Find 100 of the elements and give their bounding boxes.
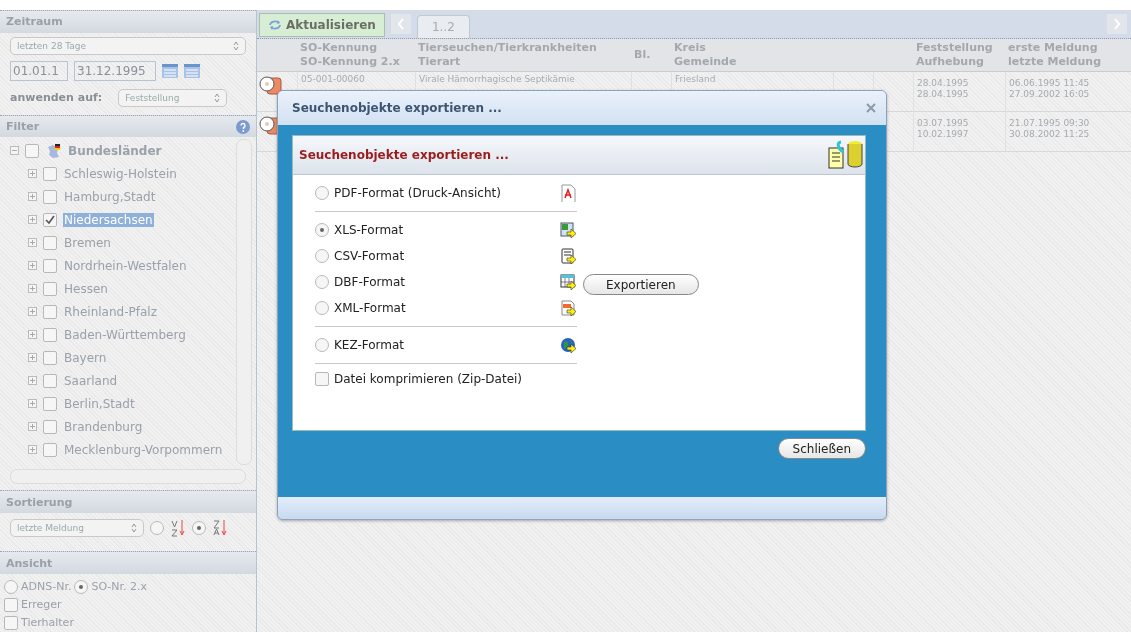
section-header: Ansicht xyxy=(0,551,256,574)
checkbox[interactable] xyxy=(43,373,57,388)
globe-icon xyxy=(559,336,577,354)
expand-icon[interactable] xyxy=(28,215,37,225)
tree-item[interactable]: Hamburg,Stadt xyxy=(63,189,157,204)
column-header[interactable]: Bl. xyxy=(631,39,671,72)
checkbox[interactable] xyxy=(43,189,57,204)
sort-select[interactable]: letzte Meldung xyxy=(10,519,144,538)
table-cell: 28.04.1995 28.04.1995 xyxy=(913,72,1005,112)
checkbox[interactable] xyxy=(4,615,18,630)
checkbox[interactable] xyxy=(4,597,18,612)
export-file-icon xyxy=(559,299,577,317)
column-title: SO-Kennung 2.x xyxy=(300,55,401,69)
tree-item[interactable]: Niedersachsen xyxy=(63,212,154,227)
radio-button[interactable] xyxy=(315,338,329,352)
checkbox[interactable] xyxy=(43,419,57,434)
apply-select[interactable]: Feststellung xyxy=(118,88,228,107)
close-button[interactable]: Schließen xyxy=(777,438,866,459)
help-icon[interactable] xyxy=(236,119,250,134)
radio-button[interactable] xyxy=(192,521,206,536)
export-button[interactable]: Exportieren xyxy=(583,274,699,295)
format-option: XML-Format xyxy=(334,301,554,315)
column-header[interactable]: Kreis Gemeinde xyxy=(671,39,833,72)
tree-item[interactable]: Rheinland-Pfalz xyxy=(63,304,158,319)
radio-button[interactable] xyxy=(74,579,89,594)
column-header[interactable]: SO-Kennung SO-Kennung 2.x xyxy=(297,39,415,72)
radio-button[interactable] xyxy=(315,186,329,200)
tree-item[interactable]: Bayern xyxy=(63,350,108,365)
column-header[interactable]: erste Meldung letzte Meldung xyxy=(1005,39,1131,72)
checkbox[interactable] xyxy=(43,258,57,273)
page-tab[interactable]: 1..2 xyxy=(416,15,470,38)
radio-button[interactable] xyxy=(315,275,329,289)
checkbox-label: Erreger xyxy=(21,598,62,612)
expand-icon[interactable] xyxy=(28,422,37,432)
tree-item[interactable]: Hessen xyxy=(63,281,109,296)
tree-item[interactable]: Saarland xyxy=(63,373,119,388)
checkbox-label: Tierhalter xyxy=(21,616,74,630)
tree-item[interactable]: Mecklenburg-Vorpommern xyxy=(63,442,224,457)
calendar-icon[interactable] xyxy=(184,63,200,78)
expand-icon[interactable] xyxy=(28,192,37,202)
tree-item[interactable]: Baden-Württemberg xyxy=(63,327,187,342)
checkbox[interactable] xyxy=(43,304,57,319)
tree-item[interactable]: Brandenburg xyxy=(63,419,144,434)
column-header[interactable]: Feststellung Aufhebung xyxy=(913,39,1005,72)
range-select[interactable]: letzten 28 Tage xyxy=(10,36,246,55)
checkbox[interactable] xyxy=(43,212,57,227)
radio-button[interactable] xyxy=(315,301,329,315)
sort-ascending-icon[interactable] xyxy=(170,519,186,538)
table-cell: 21.07.1995 09:30 30.08.2002 11:25 xyxy=(1005,112,1131,152)
expand-icon[interactable] xyxy=(28,445,37,455)
radio-label: ADNS-Nr. xyxy=(21,580,72,594)
close-icon[interactable] xyxy=(866,103,876,113)
expand-icon[interactable] xyxy=(28,307,37,317)
expand-icon[interactable] xyxy=(28,169,37,179)
chevron-left-icon xyxy=(396,18,405,30)
expand-icon[interactable] xyxy=(28,284,37,294)
refresh-button[interactable]: Aktualisieren xyxy=(259,13,385,37)
checkbox[interactable] xyxy=(43,350,57,365)
checkbox[interactable] xyxy=(25,143,39,158)
format-option: XLS-Format xyxy=(334,223,554,237)
expand-icon[interactable] xyxy=(28,353,37,363)
expand-icon[interactable] xyxy=(28,261,37,271)
expand-icon[interactable] xyxy=(28,238,37,248)
radio-button[interactable] xyxy=(4,579,18,594)
expand-icon[interactable] xyxy=(28,376,37,386)
radio-button[interactable] xyxy=(315,249,329,263)
column-title: Gemeinde xyxy=(674,55,738,69)
tree-item[interactable]: Nordrhein-Westfalen xyxy=(63,258,188,273)
section-title: Filter xyxy=(6,120,40,134)
section-header: Sortierung xyxy=(0,490,256,514)
checkbox[interactable] xyxy=(43,281,57,296)
checkbox-label: Datei komprimieren (Zip-Datei) xyxy=(334,372,524,386)
checkbox[interactable] xyxy=(43,396,57,411)
date-to-field[interactable]: 31.12.1995 xyxy=(74,60,156,81)
sort-descending-icon[interactable] xyxy=(212,519,228,538)
tree-item[interactable]: Bremen xyxy=(63,235,112,250)
format-option: DBF-Format xyxy=(334,275,554,289)
column-title: Kreis xyxy=(674,41,707,55)
expand-icon[interactable] xyxy=(28,330,37,340)
tree-item[interactable]: Schleswig-Holstein xyxy=(63,166,178,181)
database-export-icon xyxy=(827,138,863,172)
checkbox[interactable] xyxy=(315,372,329,386)
column-header[interactable]: Tierseuchen/Tierkrankheiten Tierart xyxy=(415,39,631,72)
radio-label: SO-Nr. 2.x xyxy=(91,580,148,594)
expand-icon[interactable] xyxy=(28,399,37,409)
checkbox[interactable] xyxy=(43,327,57,342)
radio-button[interactable] xyxy=(315,223,329,237)
format-option: PDF-Format (Druck-Ansicht) xyxy=(334,186,554,200)
column-title: Tierseuchen/Tierkrankheiten xyxy=(418,41,598,55)
tree-item[interactable]: Berlin,Stadt xyxy=(63,396,136,411)
previous-page-button[interactable] xyxy=(390,14,411,34)
checkbox[interactable] xyxy=(43,166,57,181)
checkbox[interactable] xyxy=(43,442,57,457)
next-page-button[interactable] xyxy=(1107,14,1127,34)
collapse-icon[interactable] xyxy=(10,146,19,156)
calendar-icon[interactable] xyxy=(162,63,178,78)
tree-item[interactable]: Bundesländer xyxy=(67,143,163,158)
checkbox[interactable] xyxy=(43,235,57,250)
radio-button[interactable] xyxy=(150,521,164,536)
date-from-field[interactable]: 01.01.1 xyxy=(10,60,68,81)
